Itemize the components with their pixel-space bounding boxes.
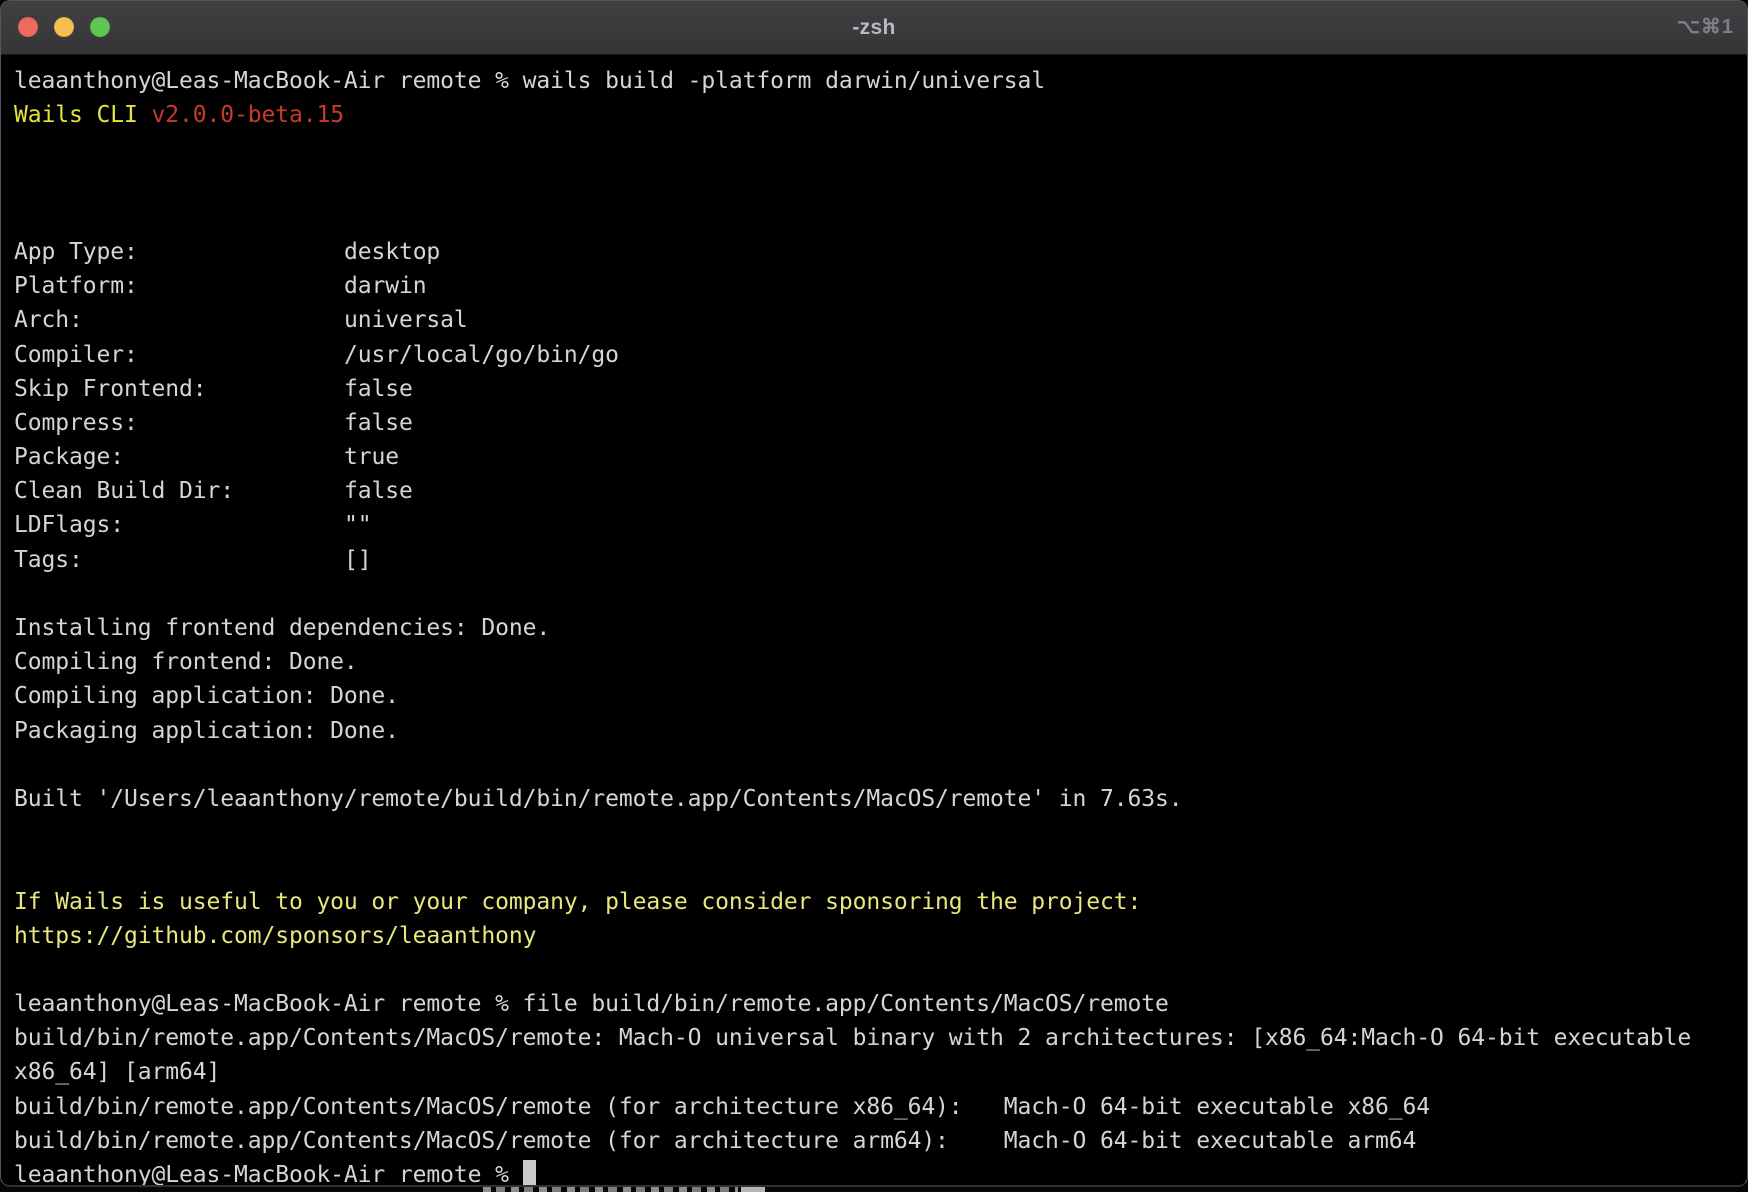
terminal-line: [14, 850, 1747, 884]
window-title: -zsh: [1, 1, 1747, 54]
terminal-text-segment: Wails CLI: [14, 102, 151, 128]
terminal-line: App Type: desktop: [14, 235, 1747, 269]
terminal-text-segment: Packaging application: Done.: [14, 718, 399, 744]
terminal-text-segment: Skip Frontend:: [14, 376, 206, 402]
terminal-text-segment: Platform:: [14, 273, 138, 299]
terminal-line: Arch: universal: [14, 303, 1747, 337]
terminal-line: Compiling application: Done.: [14, 679, 1747, 713]
terminal-line: build/bin/remote.app/Contents/MacOS/remo…: [14, 1021, 1747, 1055]
window-titlebar[interactable]: -zsh ⌥⌘1: [1, 1, 1747, 55]
terminal-text-segment: leaanthony@Leas-MacBook-Air remote % fil…: [14, 991, 1169, 1017]
terminal-text-segment: build/bin/remote.app/Contents/MacOS/remo…: [14, 1094, 1430, 1120]
terminal-text-segment: App Type:: [14, 239, 138, 265]
terminal-text-segment: "": [344, 512, 372, 538]
terminal-text-segment: /usr/local/go/bin/go: [344, 342, 619, 368]
terminal-text-segment: leaanthony@Leas-MacBook-Air remote %: [14, 1162, 523, 1187]
terminal-line: Package: true: [14, 440, 1747, 474]
terminal-text-segment: Compiling frontend: Done.: [14, 649, 358, 675]
terminal-line: Installing frontend dependencies: Done.: [14, 611, 1747, 645]
terminal-text-segment: false: [344, 410, 413, 436]
terminal-text-segment: https://github.com/sponsors/leaanthony: [14, 923, 536, 949]
terminal-line: build/bin/remote.app/Contents/MacOS/remo…: [14, 1124, 1747, 1158]
terminal-text-segment: false: [344, 478, 413, 504]
terminal-line: Skip Frontend: false: [14, 372, 1747, 406]
terminal-text-segment: build/bin/remote.app/Contents/MacOS/remo…: [14, 1128, 1416, 1154]
terminal-text-segment: []: [344, 547, 372, 573]
terminal-cursor: [523, 1160, 537, 1188]
terminal-line: build/bin/remote.app/Contents/MacOS/remo…: [14, 1090, 1747, 1124]
terminal-line: leaanthony@Leas-MacBook-Air remote % fil…: [14, 987, 1747, 1021]
terminal-text-segment: Clean Build Dir:: [14, 478, 234, 504]
terminal-text-segment: v2.0.0-beta.15: [151, 102, 343, 128]
terminal-text-segment: universal: [344, 307, 468, 333]
terminal-text-segment: Package:: [14, 444, 124, 470]
terminal-line: [14, 748, 1747, 782]
terminal-line: leaanthony@Leas-MacBook-Air remote %: [14, 1158, 1747, 1187]
terminal-text-segment: Compiler:: [14, 342, 138, 368]
terminal-text-segment: desktop: [344, 239, 440, 265]
terminal-line: x86_64] [arm64]: [14, 1055, 1747, 1089]
terminal-line: LDFlags: "": [14, 508, 1747, 542]
terminal-line: Built '/Users/leaanthony/remote/build/bi…: [14, 782, 1747, 816]
terminal-text-segment: leaanthony@Leas-MacBook-Air remote % wai…: [14, 68, 1045, 94]
terminal-text-segment: Arch:: [14, 307, 83, 333]
terminal-text-segment: darwin: [344, 273, 426, 299]
terminal-window: -zsh ⌥⌘1 leaanthony@Leas-MacBook-Air rem…: [0, 0, 1748, 1187]
terminal-text-segment: true: [344, 444, 399, 470]
terminal-text-segment: false: [344, 376, 413, 402]
terminal-text-segment: Tags:: [14, 547, 83, 573]
terminal-line: https://github.com/sponsors/leaanthony: [14, 919, 1747, 953]
terminal-line: [14, 577, 1747, 611]
tab-shortcut-hint: ⌥⌘1: [1677, 1, 1734, 54]
terminal-text-segment: Built '/Users/leaanthony/remote/build/bi…: [14, 786, 1183, 812]
terminal-text-segment: If Wails is useful to you or your compan…: [14, 889, 1141, 915]
terminal-text-segment: build/bin/remote.app/Contents/MacOS/remo…: [14, 1025, 1691, 1051]
terminal-line: Tags: []: [14, 543, 1747, 577]
terminal-line: [14, 167, 1747, 201]
terminal-screen[interactable]: leaanthony@Leas-MacBook-Air remote % wai…: [1, 55, 1747, 1185]
terminal-line: [14, 953, 1747, 987]
terminal-line: Compiling frontend: Done.: [14, 645, 1747, 679]
terminal-line: Clean Build Dir: false: [14, 474, 1747, 508]
terminal-text-segment: Compress:: [14, 410, 138, 436]
terminal-line: Compress: false: [14, 406, 1747, 440]
terminal-output: leaanthony@Leas-MacBook-Air remote % wai…: [1, 55, 1747, 1187]
terminal-text-segment: LDFlags:: [14, 512, 124, 538]
background-window-cursor-sliver: [741, 1187, 765, 1192]
background-window-sliver: [483, 1187, 738, 1192]
terminal-text-segment: Compiling application: Done.: [14, 683, 399, 709]
terminal-text-segment: Installing frontend dependencies: Done.: [14, 615, 550, 641]
terminal-line: [14, 201, 1747, 235]
terminal-line: If Wails is useful to you or your compan…: [14, 885, 1747, 919]
terminal-line: Platform: darwin: [14, 269, 1747, 303]
terminal-line: [14, 816, 1747, 850]
terminal-line: Wails CLI v2.0.0-beta.15: [14, 98, 1747, 132]
terminal-line: Packaging application: Done.: [14, 714, 1747, 748]
terminal-line: [14, 132, 1747, 166]
terminal-text-segment: x86_64] [arm64]: [14, 1059, 220, 1085]
terminal-line: Compiler: /usr/local/go/bin/go: [14, 338, 1747, 372]
terminal-line: leaanthony@Leas-MacBook-Air remote % wai…: [14, 64, 1747, 98]
